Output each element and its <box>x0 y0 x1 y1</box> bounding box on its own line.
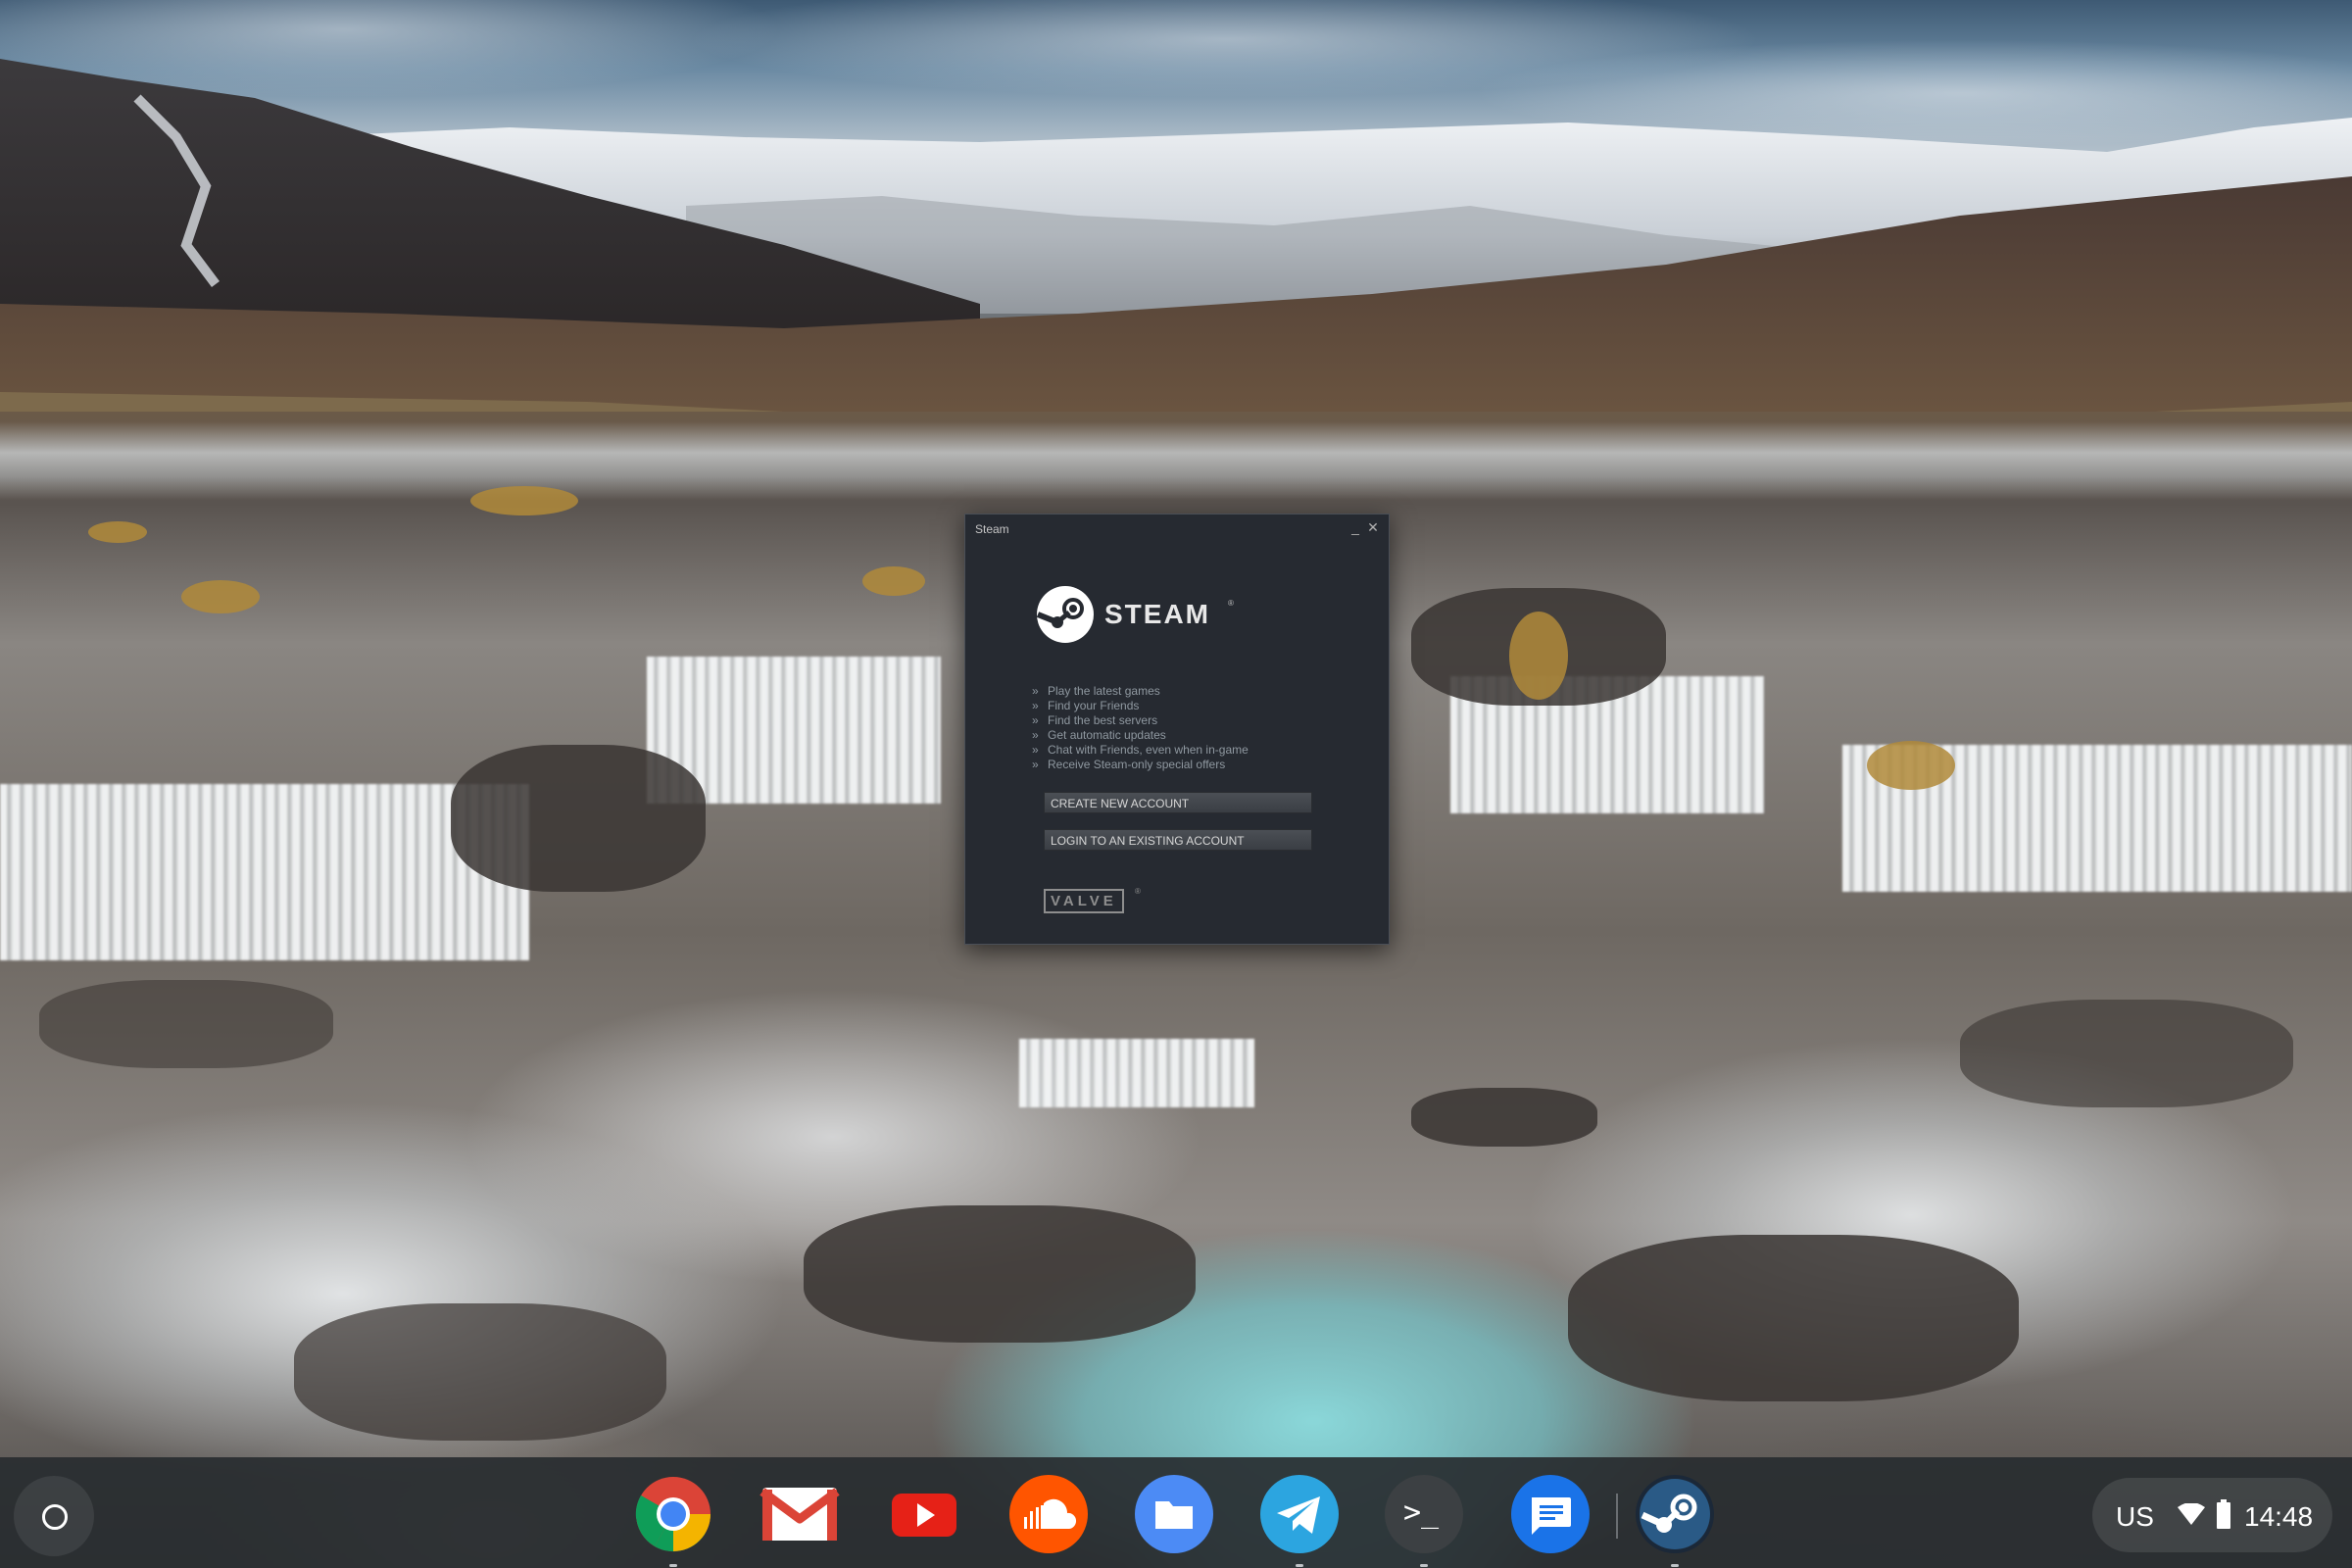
shelf-divider <box>1616 1494 1618 1539</box>
terminal-prompt-glyph: >_ <box>1403 1495 1440 1530</box>
wallpaper-rock <box>1568 1235 2019 1401</box>
steam-window: Steam _ ✕ STEAM ® Play the latest games … <box>964 514 1390 945</box>
steam-logo: STEAM ® <box>1036 585 1251 644</box>
feature-item: Play the latest games <box>1032 684 1249 699</box>
files-icon <box>1135 1475 1213 1553</box>
feature-list: Play the latest games Find your Friends … <box>1032 684 1249 772</box>
battery-icon <box>2217 1499 2230 1529</box>
feature-item: Find your Friends <box>1032 699 1249 713</box>
trademark-mark: ® <box>1228 599 1234 608</box>
feature-item: Receive Steam-only special offers <box>1032 758 1249 772</box>
messages-icon <box>1511 1475 1590 1553</box>
steam-titlebar[interactable]: Steam _ ✕ <box>965 514 1389 544</box>
input-method-indicator: US <box>2116 1501 2154 1532</box>
close-button[interactable]: ✕ <box>1365 519 1381 535</box>
steam-icon <box>1636 1475 1714 1553</box>
wallpaper-grass <box>470 486 578 515</box>
launcher-button[interactable] <box>14 1476 94 1556</box>
desktop: Steam _ ✕ STEAM ® Play the latest games … <box>0 0 2352 1568</box>
feature-item: Find the best servers <box>1032 713 1249 728</box>
wallpaper-grass <box>1509 612 1568 700</box>
steam-wordmark: STEAM <box>1104 599 1210 629</box>
wallpaper-rock <box>451 745 706 892</box>
files-app[interactable] <box>1134 1474 1214 1554</box>
wallpaper-rock <box>39 980 333 1068</box>
wallpaper-rock <box>294 1303 666 1441</box>
chrome-icon <box>635 1477 710 1552</box>
wallpaper-waterfall <box>1019 1039 1254 1107</box>
steam-logo-icon <box>1036 586 1094 643</box>
feature-item: Chat with Friends, even when in-game <box>1032 743 1249 758</box>
chrome-app[interactable] <box>633 1474 713 1567</box>
login-button[interactable]: LOGIN TO AN EXISTING ACCOUNT <box>1044 829 1312 851</box>
wallpaper-rock <box>804 1205 1196 1343</box>
telegram-app[interactable] <box>1259 1474 1340 1567</box>
launcher-circle-icon <box>42 1504 68 1530</box>
running-indicator <box>1671 1564 1679 1567</box>
wallpaper-river-band <box>0 421 2352 500</box>
wallpaper-grass <box>1867 741 1955 790</box>
status-tray[interactable]: US 14:48 <box>2092 1478 2332 1552</box>
soundcloud-icon <box>1009 1475 1088 1553</box>
wallpaper-rock <box>1960 1000 2293 1107</box>
running-indicator <box>1420 1564 1428 1567</box>
wallpaper-waterfall <box>0 784 529 960</box>
messages-app[interactable] <box>1510 1474 1591 1554</box>
wallpaper-grass <box>862 566 925 596</box>
wifi-icon <box>2178 1503 2205 1525</box>
youtube-icon <box>892 1494 956 1537</box>
wallpaper-mountains <box>0 59 2352 470</box>
valve-logo: VALVE <box>1044 889 1124 913</box>
gmail-app[interactable] <box>760 1474 840 1554</box>
minimize-button[interactable]: _ <box>1348 519 1363 535</box>
feature-item: Get automatic updates <box>1032 728 1249 743</box>
wallpaper-grass <box>181 580 260 613</box>
running-indicator <box>1296 1564 1303 1567</box>
running-indicator <box>669 1564 677 1567</box>
create-account-button[interactable]: CREATE NEW ACCOUNT <box>1044 792 1312 813</box>
soundcloud-app[interactable] <box>1008 1474 1089 1554</box>
shelf: >_ US 14:48 <box>0 1457 2352 1568</box>
gmail-icon <box>760 1488 840 1541</box>
telegram-icon <box>1260 1475 1339 1553</box>
wallpaper-grass <box>88 521 147 543</box>
terminal-app[interactable]: >_ <box>1384 1474 1464 1567</box>
clock: 14:48 <box>2244 1501 2314 1532</box>
steam-app[interactable] <box>1635 1474 1715 1567</box>
youtube-app[interactable] <box>884 1474 964 1554</box>
valve-trademark-mark: ® <box>1135 887 1141 896</box>
wallpaper-rock <box>1411 1088 1597 1147</box>
window-title: Steam <box>975 522 1009 536</box>
